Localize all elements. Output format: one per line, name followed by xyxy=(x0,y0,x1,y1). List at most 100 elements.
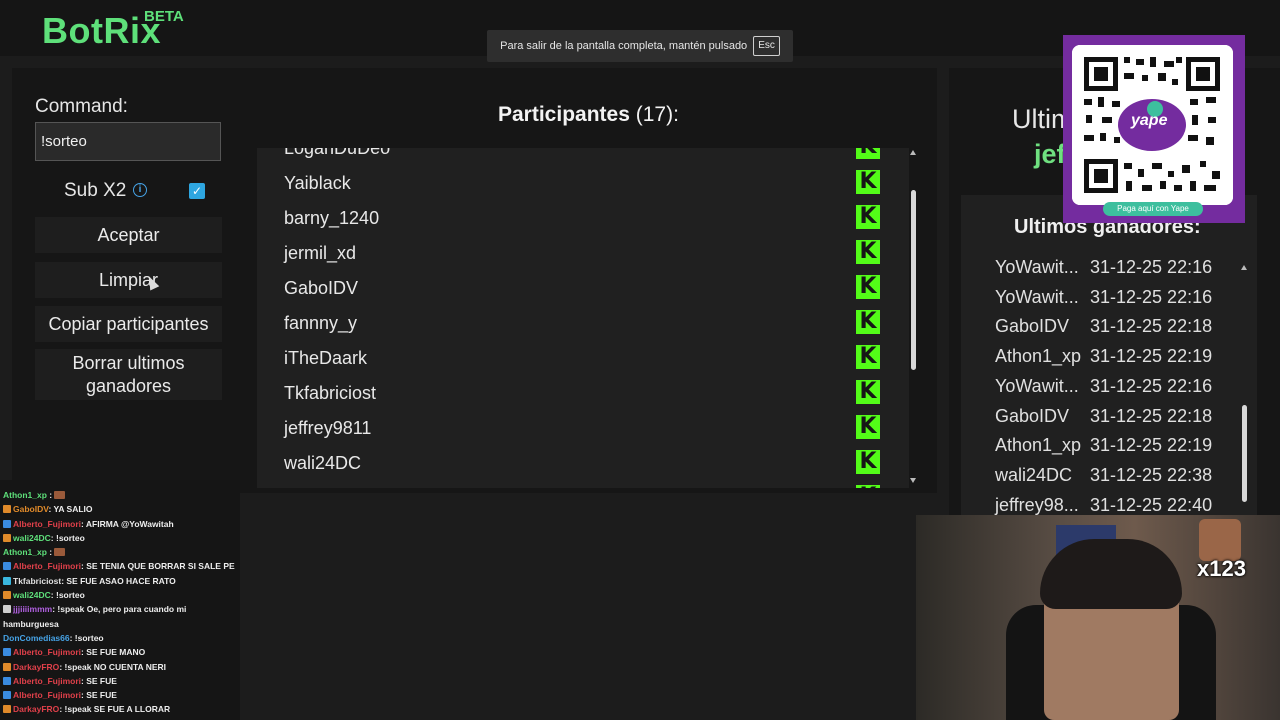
chat-message: wali24DC: !sorteo xyxy=(0,531,240,545)
chat-badge-icon xyxy=(3,662,11,671)
participant-name: Tkfabriciost xyxy=(284,383,377,403)
yape-pay-label: Paga aquí con Yape xyxy=(1103,202,1203,216)
winner-date: 31-12-25 22:16 xyxy=(1090,375,1213,396)
chat-message: DonComedias66: !sorteo xyxy=(0,631,240,645)
chat-overlay: Athon1_xp : GaboIDV: YA SALIO Alberto_Fuj… xyxy=(0,480,240,720)
kick-icon: K xyxy=(856,485,880,488)
chat-badge-icon xyxy=(3,605,11,614)
yape-brand: yape xyxy=(1131,112,1168,129)
chat-username: Alberto_Fujimori xyxy=(13,561,82,572)
chat-username: Alberto_Fujimori xyxy=(13,690,82,701)
chat-text: : SE TENIA QUE BORRAR SI SALE PE xyxy=(81,561,235,572)
chat-username: Alberto_Fujimori xyxy=(13,518,82,529)
chat-message: hamburguesa xyxy=(0,617,240,631)
participant-name: iTheDaark xyxy=(284,348,368,368)
chat-username: DarkayFRO xyxy=(13,704,60,715)
chat-text: : !sorteo xyxy=(50,590,85,601)
chat-message: Athon1_xp : xyxy=(0,545,240,559)
winners-scrollbar[interactable] xyxy=(1242,405,1247,502)
chat-username: Athon1_xp xyxy=(3,547,47,558)
chat-username: wali24DC xyxy=(13,532,51,543)
last-winner-name: jef xyxy=(1034,139,1066,169)
winner-name: YoWawit... xyxy=(995,375,1079,396)
chat-message: Alberto_Fujimori: SE FUE xyxy=(0,688,240,702)
chat-text: : SE FUE MANO xyxy=(81,647,146,658)
winner-row: YoWawit... 31-12-25 22:16 xyxy=(961,283,1241,313)
chat-message: Alberto_Fujimori: SE FUE xyxy=(0,674,240,688)
chat-text: : !speak NO CUENTA NERI xyxy=(59,661,167,672)
winner-date: 31-12-25 22:16 xyxy=(1090,257,1213,277)
screen: { "header": { "logo": "BotRix", "logo_ba… xyxy=(0,0,1280,720)
chat-username: jjjiiiimmm xyxy=(13,604,53,615)
chat-badge-icon xyxy=(3,691,11,700)
winners-scroll-up[interactable] xyxy=(1241,265,1247,270)
sub-x2-checkbox[interactable]: ✓ xyxy=(189,183,205,199)
winner-date: 31-12-25 22:40 xyxy=(1090,494,1213,515)
accept-button[interactable]: Aceptar xyxy=(35,217,222,253)
kick-icon: K xyxy=(856,275,880,299)
participant-row-partial: K xyxy=(257,480,909,488)
command-input[interactable] xyxy=(35,122,221,161)
participant-row: jeffrey9811 K xyxy=(257,410,909,445)
chat-username: GaboIDV xyxy=(13,504,49,515)
chat-badge-icon xyxy=(3,676,11,685)
winner-name: YoWawit... xyxy=(995,257,1079,277)
clear-winners-button[interactable]: Borrar ultimos ganadores xyxy=(35,349,222,400)
chat-text: : AFIRMA @YoWawitah xyxy=(81,518,174,529)
chat-text: hamburguesa xyxy=(3,618,59,629)
participant-row: iTheDaark K xyxy=(257,340,909,375)
winner-row: YoWawit... 31-12-25 22:16 xyxy=(961,255,1241,283)
winner-row: Athon1_xp 31-12-25 22:19 xyxy=(961,342,1241,372)
participant-row: GaboIDV K xyxy=(257,270,909,305)
fullscreen-notice-text: Para salir de la pantalla completa, mant… xyxy=(500,40,748,52)
chat-message: jjjiiiimmm: !speak Oe, pero para cuando … xyxy=(0,602,240,616)
participants-list[interactable]: LoganDuDeo K Yaiblack Kbarny_1240 Kjermil_xd… xyxy=(257,148,909,488)
chat-username: Tkfabriciost xyxy=(13,575,62,586)
chat-text: : SE FUE ASAO HACE RATO xyxy=(61,575,176,586)
copy-participants-button[interactable]: Copiar participantes xyxy=(35,306,222,342)
winner-row: GaboIDV 31-12-25 22:18 xyxy=(961,312,1241,342)
chat-username: DonComedias66 xyxy=(3,632,70,643)
participant-row: Tkfabriciost K xyxy=(257,375,909,410)
winner-row: YoWawit... 31-12-25 22:16 xyxy=(961,372,1241,402)
info-icon[interactable]: i xyxy=(133,183,147,197)
winner-name: GaboIDV xyxy=(995,316,1070,337)
winner-name: Athon1_xp xyxy=(995,435,1082,456)
kick-icon: K xyxy=(856,345,880,369)
chat-text: : SE FUE xyxy=(81,690,117,701)
kick-icon: K xyxy=(856,205,880,229)
chat-username: Alberto_Fujimori xyxy=(13,675,82,686)
chat-message: GaboIDV: YA SALIO xyxy=(0,502,240,516)
chat-badge-icon xyxy=(3,519,11,528)
winner-name: wali24DC xyxy=(995,464,1073,485)
winner-name: Athon1_xp xyxy=(995,346,1082,367)
chat-badge-icon xyxy=(3,705,11,714)
clear-button[interactable]: Limpiar xyxy=(35,262,222,298)
participant-name: GaboIDV xyxy=(284,278,359,298)
participants-scroll-down[interactable] xyxy=(910,478,916,483)
chat-text: : YA SALIO xyxy=(48,504,93,515)
winners-list[interactable]: YoWawit... 31-12-25 22:16 YoWawit... 31-12-… xyxy=(961,255,1241,517)
winner-name: jeffrey98... xyxy=(995,494,1079,515)
winner-date: 31-12-25 22:38 xyxy=(1090,464,1213,485)
participant-name: jermil_xd xyxy=(284,243,357,263)
participant-name: barny_1240 xyxy=(284,208,380,228)
esc-key: Esc xyxy=(753,36,780,56)
kick-icon: K xyxy=(856,380,880,404)
winner-date: 31-12-25 22:18 xyxy=(1090,405,1213,426)
chat-message: Alberto_Fujimori: SE TENIA QUE BORRAR SI… xyxy=(0,559,240,573)
participants-title: Participantes (17): xyxy=(498,103,679,127)
chat-badge-icon xyxy=(3,648,11,657)
chat-text: : !speak SE FUE A LLORAR xyxy=(59,704,171,715)
kick-icon: K xyxy=(856,170,880,194)
chat-text: : !sorteo xyxy=(69,632,104,643)
participants-scroll-up[interactable] xyxy=(910,150,916,155)
participant-row: wali24DC K xyxy=(257,445,909,480)
chat-message: Tkfabriciost: SE FUE ASAO HACE RATO xyxy=(0,574,240,588)
participant-row: LoganDuDeo K xyxy=(257,148,909,165)
chat-username: Athon1_xp xyxy=(3,490,47,500)
winner-name: GaboIDV xyxy=(995,405,1070,426)
chat-message: DarkayFRO: !speak SE FUE A LLORAR xyxy=(0,702,240,716)
participants-scrollbar[interactable] xyxy=(911,190,916,370)
winner-row: GaboIDV 31-12-25 22:18 xyxy=(961,402,1241,432)
